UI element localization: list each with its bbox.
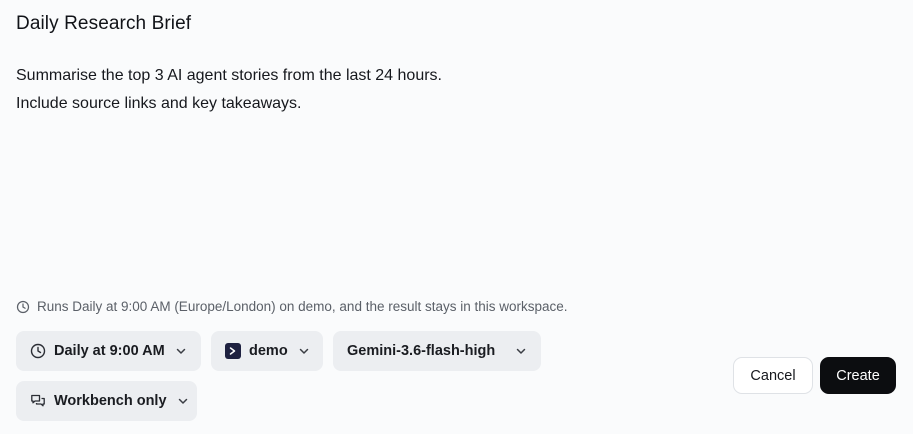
workspace-dropdown[interactable]: demo bbox=[211, 331, 323, 371]
chevron-down-icon bbox=[175, 345, 187, 357]
clock-icon bbox=[16, 300, 30, 313]
scope-dropdown[interactable]: Workbench only bbox=[16, 381, 197, 421]
schedule-note-text: Runs Daily at 9:00 AM (Europe/London) on… bbox=[37, 299, 568, 314]
prompt-line-2: Include source links and key takeaways. bbox=[16, 95, 302, 112]
schedule-dropdown-label: Daily at 9:00 AM bbox=[54, 343, 165, 359]
chevron-down-icon bbox=[177, 395, 189, 407]
create-button[interactable]: Create bbox=[820, 357, 896, 394]
schedule-note: Runs Daily at 9:00 AM (Europe/London) on… bbox=[16, 299, 568, 314]
cancel-button[interactable]: Cancel bbox=[733, 357, 813, 394]
model-dropdown[interactable]: Gemini-3.6-flash-high bbox=[333, 331, 541, 371]
schedule-dropdown[interactable]: Daily at 9:00 AM bbox=[16, 331, 201, 371]
chevron-down-icon bbox=[515, 345, 527, 357]
clock-icon bbox=[30, 343, 46, 359]
workspace-dropdown-label: demo bbox=[249, 343, 288, 359]
chat-bubbles-icon bbox=[30, 393, 46, 409]
chevron-down-icon bbox=[298, 345, 310, 357]
prompt-text[interactable]: Summarise the top 3 AI agent stories fro… bbox=[16, 62, 442, 118]
prompt-line-1: Summarise the top 3 AI agent stories fro… bbox=[16, 67, 442, 84]
page-title: Daily Research Brief bbox=[16, 13, 192, 34]
model-dropdown-label: Gemini-3.6-flash-high bbox=[347, 343, 496, 359]
terminal-icon bbox=[225, 343, 241, 359]
scope-dropdown-label: Workbench only bbox=[54, 393, 167, 409]
